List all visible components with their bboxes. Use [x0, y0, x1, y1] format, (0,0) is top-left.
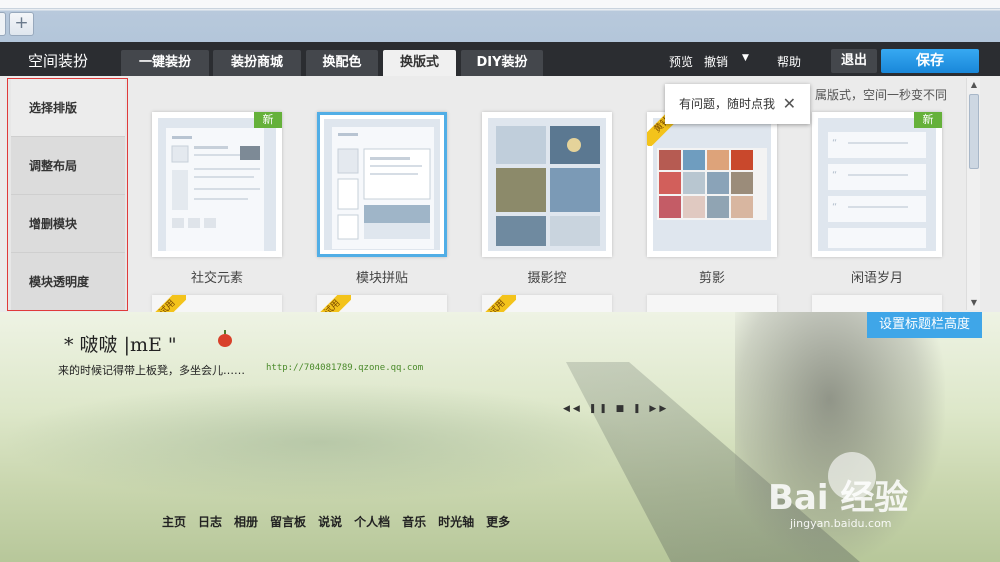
layout-panel: 选择排版 调整布局 增删模块 模块透明度 新 社交元素 模块拼贴 摄影控 黄钻 …	[0, 76, 1000, 313]
apple-icon	[218, 330, 232, 347]
space-url[interactable]: http://704081789.qzone.qq.com	[266, 363, 423, 373]
undo-link[interactable]: 撤销	[704, 53, 728, 70]
browser-top-edge	[0, 0, 1000, 9]
baidu-watermark: Bai 经验	[768, 478, 909, 518]
layout-card-partial[interactable]: 试用	[317, 295, 447, 313]
scroll-thumb[interactable]	[969, 94, 979, 169]
tab-color[interactable]: 换配色	[306, 50, 378, 76]
layout-thumbnail	[488, 118, 606, 251]
help-tooltip: 有问题，随时点我 ✕	[665, 84, 810, 124]
nav-music[interactable]: 音乐	[402, 515, 426, 529]
svg-text:“: “	[832, 170, 837, 181]
layout-label: 剪影	[698, 271, 725, 286]
nav-shuoshuo[interactable]: 说说	[318, 515, 342, 529]
new-tab-button[interactable]: +	[9, 12, 34, 36]
layout-label: 模块拼贴	[355, 271, 408, 286]
skin-toolbar: 空间装扮 一键装扮 装扮商城 换配色 换版式 DIY装扮 预览 撤销 ▼ 帮助 …	[0, 42, 1000, 76]
skin-preview: 设置标题栏高度 * 啵啵 |mE " 来的时候记得带上板凳，多坐会儿…… htt…	[0, 312, 1000, 562]
close-icon[interactable]: ✕	[783, 84, 796, 124]
scroll-up-icon[interactable]: ▲	[967, 78, 981, 92]
tooltip-text: 有问题，随时点我	[679, 97, 776, 111]
tab-layout[interactable]: 换版式	[383, 50, 456, 76]
exit-button[interactable]: 退出	[831, 49, 877, 73]
preview-link[interactable]: 预览	[669, 53, 693, 70]
tab-shop[interactable]: 装扮商城	[213, 50, 301, 76]
layout-sidebar: 选择排版 调整布局 增删模块 模块透明度	[7, 78, 128, 311]
trial-ribbon: 试用	[482, 295, 516, 313]
nav-blog[interactable]: 日志	[198, 515, 222, 529]
layout-thumbnail: “ “ “	[818, 118, 936, 251]
layout-card-collage[interactable]	[317, 112, 447, 257]
new-badge: 新	[254, 112, 282, 128]
sidebar-item-modules[interactable]: 增删模块	[11, 195, 125, 253]
help-link[interactable]: 帮助	[777, 53, 801, 70]
layout-label: 闲语岁月	[850, 271, 903, 286]
layout-thumbnail	[324, 119, 440, 250]
baidu-watermark-url: jingyan.baidu.com	[790, 517, 892, 530]
music-player-controls[interactable]: ◀◀ ❚❚ ■ ❚ ▶▶	[563, 404, 669, 414]
layout-label: 社交元素	[190, 271, 243, 286]
browser-tabbar: +	[0, 0, 1000, 42]
nav-home[interactable]: 主页	[162, 515, 186, 529]
space-title: * 啵啵 |mE "	[64, 334, 177, 356]
layout-card-photography[interactable]	[482, 112, 612, 257]
svg-text:“: “	[832, 202, 837, 213]
layout-card-partial[interactable]: 试用	[152, 295, 282, 313]
tab-diy[interactable]: DIY装扮	[461, 50, 543, 76]
flower-background	[0, 382, 640, 502]
tab-one-click[interactable]: 一键装扮	[121, 50, 209, 76]
nav-guestbook[interactable]: 留言板	[270, 515, 306, 529]
space-nav: 主页 日志 相册 留言板 说说 个人档 音乐 时光轴 更多	[162, 513, 522, 530]
new-badge: 新	[914, 112, 942, 128]
browser-tab[interactable]	[0, 12, 6, 36]
toolbar-title: 空间装扮	[28, 52, 89, 70]
trial-ribbon: 试用	[152, 295, 186, 313]
layout-thumbnail	[158, 118, 276, 251]
layout-card-silhouette[interactable]: 黄钻	[647, 112, 777, 257]
layout-card-partial[interactable]	[812, 295, 942, 313]
nav-timeline[interactable]: 时光轴	[438, 515, 474, 529]
space-subtitle: 来的时候记得带上板凳，多坐会儿……	[58, 364, 245, 377]
sidebar-item-transparency[interactable]: 模块透明度	[11, 253, 125, 310]
undo-dropdown-icon[interactable]: ▼	[742, 53, 749, 63]
scroll-down-icon[interactable]: ▼	[967, 296, 981, 310]
svg-text:“: “	[832, 138, 837, 149]
tooltip-trailing-text: 属版式，空间一秒变不同	[815, 88, 948, 102]
nav-profile[interactable]: 个人档	[354, 515, 390, 529]
layout-card-partial[interactable]: 试用	[482, 295, 612, 313]
panel-scrollbar[interactable]: ▲ ▼	[966, 78, 980, 310]
layout-card-partial[interactable]	[647, 295, 777, 313]
trial-ribbon: 试用	[317, 295, 351, 313]
nav-album[interactable]: 相册	[234, 515, 258, 529]
layout-card-social[interactable]: 新	[152, 112, 282, 257]
sidebar-item-choose-layout[interactable]: 选择排版	[11, 79, 125, 137]
layout-label: 摄影控	[527, 271, 567, 286]
nav-more[interactable]: 更多	[486, 515, 510, 529]
save-button[interactable]: 保存	[881, 49, 979, 73]
sidebar-item-adjust-layout[interactable]: 调整布局	[11, 137, 125, 195]
layout-card-leisure[interactable]: “ “ “ 新	[812, 112, 942, 257]
set-title-height-button[interactable]: 设置标题栏高度	[867, 312, 982, 338]
